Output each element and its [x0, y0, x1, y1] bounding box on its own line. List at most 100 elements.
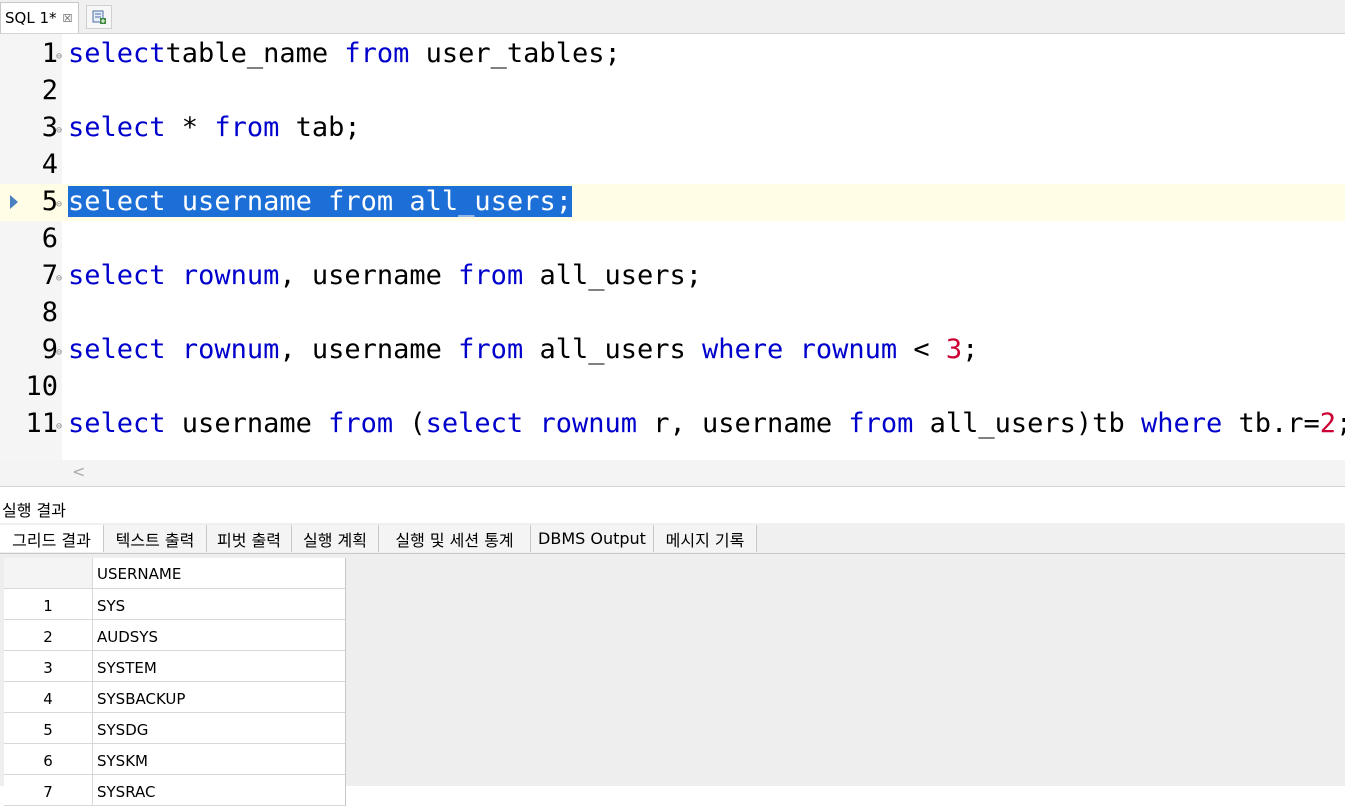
- username-cell[interactable]: SYSTEM: [93, 651, 157, 681]
- result-tab-6[interactable]: 메시지 기록: [654, 525, 757, 552]
- fold-icon[interactable]: ⊖: [56, 421, 62, 432]
- column-header-username[interactable]: USERNAME: [93, 558, 181, 588]
- code-text: select username from all_users;: [68, 186, 572, 217]
- table-row[interactable]: 5 SYSDG: [4, 713, 345, 744]
- new-sql-tab-button[interactable]: [86, 5, 112, 29]
- scroll-left-icon[interactable]: <: [72, 462, 85, 481]
- sql-text: all_users: [523, 334, 703, 365]
- username-cell[interactable]: SYS: [93, 589, 125, 619]
- sql-keyword: from: [214, 112, 280, 143]
- sql-text: ;: [1336, 408, 1345, 439]
- table-row[interactable]: 6 SYSKM: [4, 744, 345, 775]
- sql-text: all_users;: [393, 186, 572, 217]
- editor-line-8[interactable]: 8: [0, 295, 1345, 332]
- sql-text: all_users)tb: [913, 408, 1141, 439]
- row-number: 6: [4, 744, 93, 774]
- line-number: 11: [25, 408, 58, 439]
- sql-text: *: [165, 112, 215, 143]
- line-number: 10: [25, 371, 58, 402]
- editor-line-2[interactable]: 2: [0, 73, 1345, 110]
- line-number: 7: [41, 260, 58, 291]
- sql-text: all_users;: [523, 260, 703, 291]
- line-number: 4: [41, 149, 58, 180]
- sql-keyword: select: [68, 38, 166, 69]
- sql-number: 3: [945, 334, 963, 365]
- fold-icon[interactable]: ⊖: [56, 273, 62, 284]
- line-number: 9: [41, 334, 58, 365]
- editor-tab-bar: SQL 1* ☒: [0, 0, 1345, 34]
- sql-editor[interactable]: 1 ⊖ selecttable_name from user_tables; 2 3 ⊖ s…: [0, 34, 1345, 460]
- sql-text: tb.r=: [1222, 408, 1320, 439]
- editor-line-1[interactable]: 1 ⊖ selecttable_name from user_tables;: [0, 36, 1345, 73]
- sql-keyword: rownum: [539, 408, 638, 439]
- sql-keyword: where: [702, 334, 784, 365]
- table-row[interactable]: 7 SYSRAC: [4, 775, 345, 806]
- sql-keyword: from: [458, 334, 524, 365]
- result-tab-4[interactable]: 실행 및 세션 통계: [379, 525, 531, 552]
- sql-text: ;: [962, 334, 979, 365]
- new-sql-icon: [92, 10, 106, 24]
- username-cell[interactable]: SYSBACKUP: [93, 682, 185, 712]
- editor-line-4[interactable]: 4: [0, 147, 1345, 184]
- fold-icon[interactable]: ⊖: [56, 51, 62, 62]
- sql-tab-title: SQL 1*: [5, 9, 57, 27]
- code-text: selecttable_name from user_tables;: [68, 38, 621, 69]
- row-number: 2: [4, 620, 93, 650]
- code-text: select rownum, username from all_users w…: [68, 334, 978, 365]
- editor-line-3[interactable]: 3 ⊖ select * from tab;: [0, 110, 1345, 147]
- row-number-header: [4, 558, 93, 588]
- result-tab-3[interactable]: 실행 계획: [292, 525, 379, 552]
- line-number: 3: [41, 112, 58, 143]
- editor-horizontal-scrollbar[interactable]: <: [0, 460, 1345, 487]
- sql-text: table_name: [165, 38, 345, 69]
- sql-text: <: [897, 334, 946, 365]
- username-cell[interactable]: SYSRAC: [93, 775, 156, 805]
- editor-line-7[interactable]: 7 ⊖ select rownum, username from all_users…: [0, 258, 1345, 295]
- username-cell[interactable]: AUDSYS: [93, 620, 158, 650]
- editor-line-11[interactable]: 11 ⊖ select username from (select rownum r…: [0, 406, 1345, 443]
- sql-keyword: select: [68, 186, 166, 217]
- table-row[interactable]: 4 SYSBACKUP: [4, 682, 345, 713]
- sql-text: user_tables;: [409, 38, 621, 69]
- fold-icon[interactable]: ⊖: [56, 125, 62, 136]
- table-row[interactable]: 1 SYS: [4, 589, 345, 620]
- username-cell[interactable]: SYSKM: [93, 744, 148, 774]
- line-number: 5: [41, 186, 58, 217]
- editor-line-6[interactable]: 6: [0, 221, 1345, 258]
- results-grid[interactable]: USERNAME 1 SYS 2 AUDSYS 3 SYSTEM 4 SYSBACKUP 5 SY…: [4, 558, 346, 806]
- row-number: 1: [4, 589, 93, 619]
- table-row[interactable]: 2 AUDSYS: [4, 620, 345, 651]
- result-tab-1[interactable]: 텍스트 출력: [104, 525, 207, 552]
- sql-number: 2: [1319, 408, 1337, 439]
- table-row[interactable]: 3 SYSTEM: [4, 651, 345, 682]
- line-number: 1: [41, 38, 58, 69]
- editor-line-10[interactable]: 10: [0, 369, 1345, 406]
- fold-icon[interactable]: ⊖: [56, 347, 62, 358]
- close-tab-icon[interactable]: ☒: [63, 12, 73, 25]
- sql-keyword: from: [458, 260, 524, 291]
- username-cell[interactable]: SYSDG: [93, 713, 148, 743]
- result-tab-5[interactable]: DBMS Output: [531, 525, 654, 552]
- sql-keyword: rownum: [181, 334, 280, 365]
- result-tab-0[interactable]: 그리드 결과: [0, 525, 104, 552]
- grid-header-row: USERNAME: [4, 558, 345, 589]
- sql-text: r, username: [637, 408, 849, 439]
- result-tab-2[interactable]: 피벗 출력: [207, 525, 292, 552]
- sql-editor-tab[interactable]: SQL 1* ☒: [0, 2, 80, 33]
- editor-line-5[interactable]: 5 ⊖ select username from all_users;: [0, 184, 1345, 221]
- results-tab-bar: 그리드 결과 텍스트 출력 피벗 출력 실행 계획 실행 및 세션 통계 DBMS Out…: [0, 523, 1345, 554]
- fold-icon[interactable]: ⊖: [56, 199, 62, 210]
- sql-keyword: select: [68, 112, 166, 143]
- line-number: 2: [41, 75, 58, 106]
- code-text: select * from tab;: [68, 112, 361, 143]
- sql-keyword: select: [68, 260, 166, 291]
- sql-keyword: select: [68, 334, 166, 365]
- code-text: select rownum, username from all_users;: [68, 260, 702, 291]
- grid-results-area: USERNAME 1 SYS 2 AUDSYS 3 SYSTEM 4 SYSBACKUP 5 SY…: [0, 554, 1345, 806]
- sql-text: , username: [279, 334, 459, 365]
- editor-line-9[interactable]: 9 ⊖ select rownum, username from all_users…: [0, 332, 1345, 369]
- row-number: 7: [4, 775, 93, 805]
